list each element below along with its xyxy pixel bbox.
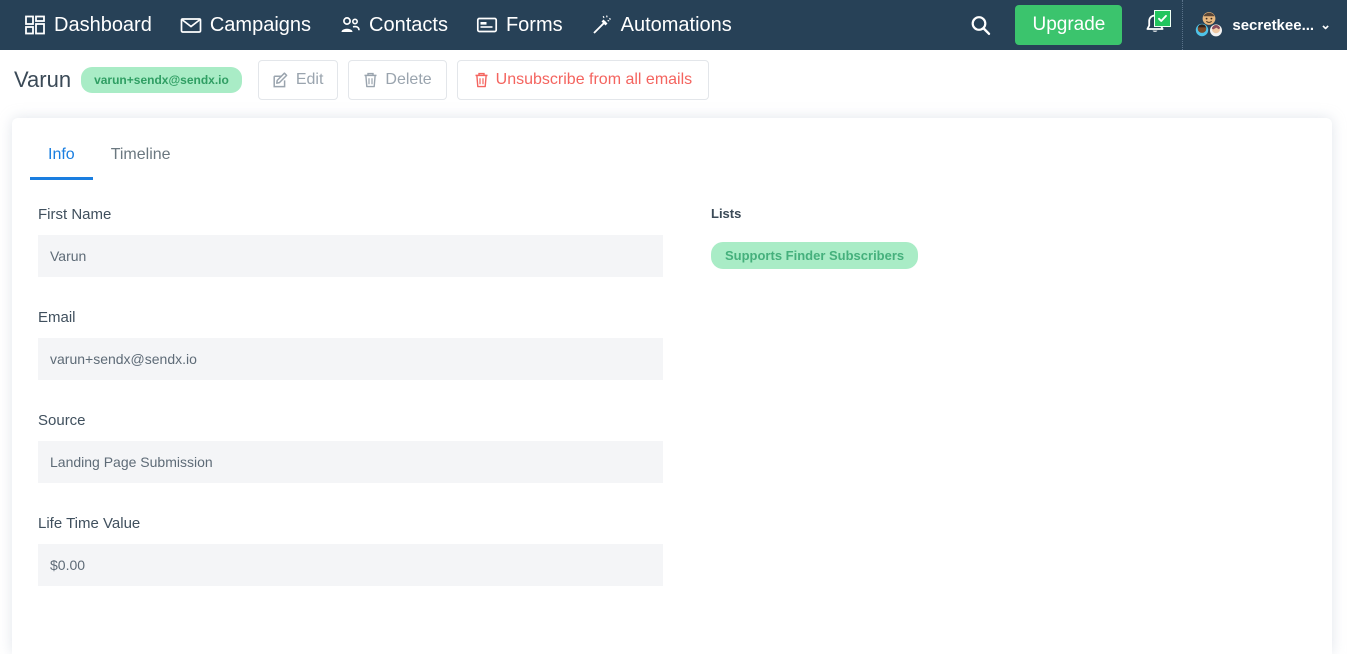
avatar xyxy=(1196,12,1223,37)
nav-item-forms[interactable]: Forms xyxy=(462,0,577,50)
contact-detail-card: Info Timeline First Name Varun Email var… xyxy=(12,118,1332,654)
lists-heading: Lists xyxy=(711,206,742,221)
field-email-value[interactable]: varun+sendx@sendx.io xyxy=(38,338,663,380)
page-title: Varun xyxy=(14,67,72,92)
nav-item-dashboard-label: Dashboard xyxy=(54,13,152,36)
trash-icon xyxy=(363,72,378,88)
user-menu[interactable]: secretkee... ⌄ xyxy=(1188,10,1339,40)
tab-info[interactable]: Info xyxy=(30,132,93,180)
field-email-label: Email xyxy=(38,309,76,326)
lists-column: Lists Supports Finder Subscribers xyxy=(711,206,1306,618)
edit-button-label: Edit xyxy=(295,71,324,88)
navbar-menu: Dashboard Campaigns Contacts Forms Autom… xyxy=(10,0,955,50)
nav-item-automations-label: Automations xyxy=(620,13,732,36)
dashboard-grid-icon xyxy=(24,14,46,36)
nav-item-dashboard[interactable]: Dashboard xyxy=(10,0,166,50)
nav-item-contacts[interactable]: Contacts xyxy=(325,0,462,50)
pencil-square-icon xyxy=(273,72,289,88)
field-life-time-value-label: Life Time Value xyxy=(38,515,141,532)
notifications-button[interactable] xyxy=(1132,0,1178,50)
contact-fields-column: First Name Varun Email varun+sendx@sendx… xyxy=(38,206,663,618)
nav-item-automations[interactable]: Automations xyxy=(577,0,746,50)
nav-item-campaigns-label: Campaigns xyxy=(209,13,312,36)
email-badge: varun+sendx@sendx.io xyxy=(81,67,242,93)
delete-button-label: Delete xyxy=(385,71,432,88)
field-source-value[interactable]: Landing Page Submission xyxy=(38,441,663,483)
field-life-time-value: Life Time Value $0.00 xyxy=(38,515,663,586)
card-body: First Name Varun Email varun+sendx@sendx… xyxy=(12,180,1332,618)
field-source: Source Landing Page Submission xyxy=(38,412,663,483)
search-icon[interactable] xyxy=(955,0,1005,50)
chevron-down-icon: ⌄ xyxy=(1320,17,1331,32)
navbar-divider xyxy=(1182,0,1184,50)
field-life-time-value-value[interactable]: $0.00 xyxy=(38,544,663,586)
upgrade-button[interactable]: Upgrade xyxy=(1015,5,1123,45)
nav-item-contacts-label: Contacts xyxy=(369,13,448,36)
form-icon xyxy=(476,14,498,36)
unsubscribe-button-label: Unsubscribe from all emails xyxy=(495,71,693,88)
check-icon xyxy=(1154,10,1172,27)
unsubscribe-button[interactable]: Unsubscribe from all emails xyxy=(456,60,710,100)
nav-item-campaigns[interactable]: Campaigns xyxy=(166,0,325,50)
field-first-name-label: First Name xyxy=(38,206,112,223)
envelope-icon xyxy=(180,14,202,36)
contact-header: Varun varun+sendx@sendx.io Edit Delete U… xyxy=(0,50,1347,112)
top-navbar: Dashboard Campaigns Contacts Forms Autom… xyxy=(0,0,1347,50)
user-name-label: secretkee... xyxy=(1232,16,1315,34)
field-source-label: Source xyxy=(38,412,86,429)
magic-wand-icon xyxy=(591,14,613,36)
nav-item-forms-label: Forms xyxy=(505,13,563,36)
field-email: Email varun+sendx@sendx.io xyxy=(38,309,663,380)
trash-icon xyxy=(474,72,489,88)
list-chip[interactable]: Supports Finder Subscribers xyxy=(711,242,919,269)
tab-bar: Info Timeline xyxy=(12,118,1332,180)
field-first-name-value[interactable]: Varun xyxy=(38,235,663,277)
field-first-name: First Name Varun xyxy=(38,206,663,277)
delete-button[interactable]: Delete xyxy=(348,60,447,100)
tab-timeline[interactable]: Timeline xyxy=(93,132,189,180)
people-icon xyxy=(339,14,361,36)
edit-button[interactable]: Edit xyxy=(257,60,339,100)
navbar-actions: Upgrade secretkee... ⌄ xyxy=(955,0,1347,50)
